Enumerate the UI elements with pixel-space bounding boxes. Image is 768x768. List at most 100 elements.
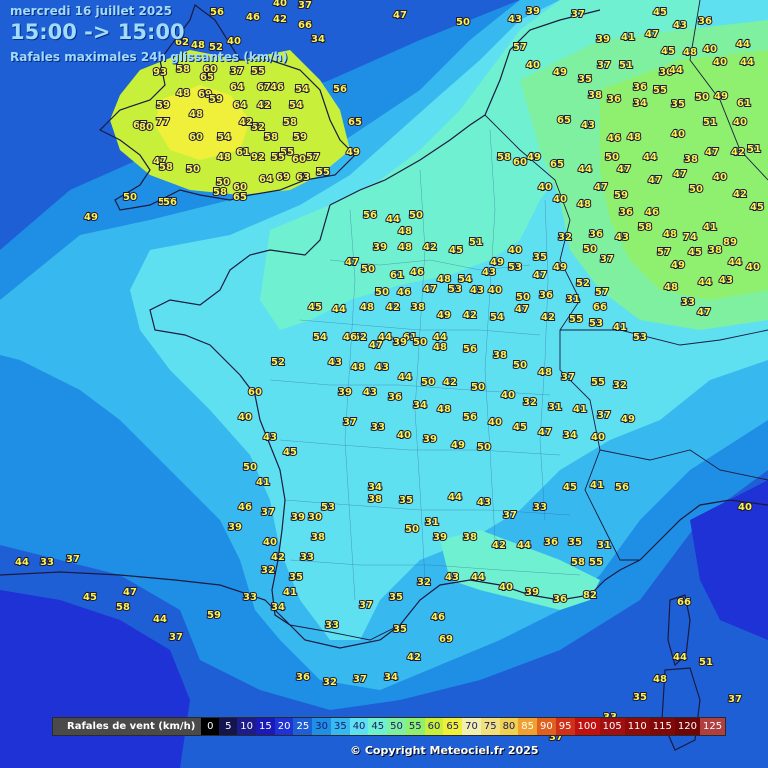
station-gust-label: 42 bbox=[492, 540, 506, 551]
station-gust-label: 65 bbox=[550, 159, 564, 170]
station-gust-label: 47 bbox=[423, 284, 437, 295]
station-gust-label: 44 bbox=[673, 652, 687, 663]
station-gust-label: 61 bbox=[737, 98, 751, 109]
station-gust-label: 44 bbox=[669, 65, 683, 76]
station-gust-label: 30 bbox=[308, 512, 322, 523]
station-gust-label: 57 bbox=[657, 247, 671, 258]
station-gust-label: 41 bbox=[621, 32, 635, 43]
station-gust-label: 43 bbox=[328, 357, 342, 368]
station-gust-label: 43 bbox=[615, 232, 629, 243]
station-gust-label: 35 bbox=[289, 572, 303, 583]
station-gust-label: 38 bbox=[311, 532, 325, 543]
station-gust-label: 59 bbox=[156, 100, 170, 111]
station-gust-label: 32 bbox=[558, 232, 572, 243]
station-gust-label: 50 bbox=[186, 164, 200, 175]
station-gust-label: 44 bbox=[398, 372, 412, 383]
station-gust-label: 46 bbox=[431, 612, 445, 623]
station-gust-label: 35 bbox=[671, 99, 685, 110]
legend-swatch: 60 bbox=[424, 718, 444, 735]
station-gust-label: 36 bbox=[589, 229, 603, 240]
station-gust-label: 37 bbox=[728, 694, 742, 705]
station-gust-label: 42 bbox=[541, 312, 555, 323]
station-gust-label: 37 bbox=[261, 507, 275, 518]
station-gust-label: 50 bbox=[583, 244, 597, 255]
station-gust-label: 50 bbox=[471, 382, 485, 393]
station-gust-label: 44 bbox=[736, 39, 750, 50]
station-gust-label: 32 bbox=[323, 677, 337, 688]
station-gust-label: 44 bbox=[643, 152, 657, 163]
station-gust-label: 50 bbox=[409, 210, 423, 221]
station-gust-label: 38 bbox=[368, 494, 382, 505]
station-gust-label: 47 bbox=[705, 147, 719, 158]
station-gust-label: 45 bbox=[308, 302, 322, 313]
station-gust-label: 41 bbox=[573, 404, 587, 415]
station-gust-label: 40 bbox=[538, 182, 552, 193]
map-background: 4640 3742566648345262 4058 60 37 556546 54 5693… bbox=[0, 0, 768, 768]
station-gust-label: 50 bbox=[243, 462, 257, 473]
station-gust-label: 37 bbox=[343, 417, 357, 428]
station-gust-label: 42 bbox=[463, 310, 477, 321]
station-gust-label: 50 bbox=[516, 292, 530, 303]
station-gust-label: 40 bbox=[227, 36, 241, 47]
legend-swatch: 0 bbox=[201, 718, 220, 735]
station-gust-label: 42 bbox=[407, 652, 421, 663]
station-gust-label: 40 bbox=[738, 502, 752, 513]
station-gust-label: 45 bbox=[563, 482, 577, 493]
station-gust-label: 46 bbox=[607, 133, 621, 144]
station-gust-label: 39 bbox=[373, 242, 387, 253]
station-gust-label: 35 bbox=[633, 692, 647, 703]
station-gust-label: 64 bbox=[259, 174, 273, 185]
station-gust-label: 44 bbox=[448, 492, 462, 503]
station-gust-label: 41 bbox=[590, 480, 604, 491]
station-gust-label: 36 bbox=[553, 594, 567, 605]
station-gust-label: 50 bbox=[477, 442, 491, 453]
station-gust-label: 53 bbox=[321, 502, 335, 513]
station-gust-label: 77 bbox=[156, 117, 170, 128]
station-gust-label: 37 bbox=[503, 510, 517, 521]
station-gust-label: 46 bbox=[238, 502, 252, 513]
station-gust-label: 55 bbox=[589, 557, 603, 568]
station-gust-label: 47 bbox=[123, 587, 137, 598]
station-gust-label: 54 bbox=[217, 132, 231, 143]
station-gust-label: 37 bbox=[597, 410, 611, 421]
station-gust-label: 44 bbox=[728, 257, 742, 268]
legend-swatch: 115 bbox=[649, 718, 675, 735]
station-gust-label: 93 bbox=[153, 67, 167, 78]
station-gust-label: 43 bbox=[477, 497, 491, 508]
station-gust-label: 50 bbox=[605, 152, 619, 163]
station-gust-label: 65 bbox=[557, 115, 571, 126]
station-gust-label: 31 bbox=[425, 517, 439, 528]
legend-title: Rafales de vent (km/h) bbox=[67, 721, 196, 732]
legend-swatch: 85 bbox=[518, 718, 538, 735]
station-gust-label: 40 bbox=[499, 582, 513, 593]
station-gust-label: 65 bbox=[348, 117, 362, 128]
station-gust-label: 60 bbox=[513, 157, 527, 168]
station-gust-label: 59 bbox=[209, 94, 223, 105]
station-gust-label: 40 bbox=[263, 537, 277, 548]
station-gust-label: 47 bbox=[697, 307, 711, 318]
station-gust-label: 58 bbox=[213, 187, 227, 198]
station-gust-label: 58 bbox=[497, 152, 511, 163]
legend-swatch: 55 bbox=[405, 718, 425, 735]
station-gust-label: 50 bbox=[689, 184, 703, 195]
station-gust-label: 56 bbox=[210, 7, 224, 18]
station-gust-label: 42 bbox=[239, 117, 253, 128]
station-gust-label: 40 bbox=[713, 57, 727, 68]
station-gust-label: 58 bbox=[571, 557, 585, 568]
station-gust-label: 43 bbox=[673, 20, 687, 31]
color-legend: Rafales de vent (km/h) 0 5 10 15 20 25 30 35 40 4… bbox=[52, 717, 727, 736]
station-gust-label: 32 bbox=[613, 380, 627, 391]
station-gust-label: 53 bbox=[508, 262, 522, 273]
station-gust-label: 47 bbox=[673, 169, 687, 180]
station-gust-label: 32 bbox=[417, 577, 431, 588]
station-gust-label: 40 bbox=[553, 194, 567, 205]
station-gust-label: 53 bbox=[448, 284, 462, 295]
station-gust-label: 40 bbox=[488, 417, 502, 428]
station-gust-label: 38 bbox=[493, 350, 507, 361]
station-gust-label: 55 bbox=[316, 167, 330, 178]
station-gust-label: 55 bbox=[591, 377, 605, 388]
legend-swatch: 20 bbox=[274, 718, 294, 735]
station-gust-label: 35 bbox=[578, 74, 592, 85]
station-gust-label: 55 bbox=[251, 66, 265, 77]
legend-swatch: 100 bbox=[574, 718, 600, 735]
